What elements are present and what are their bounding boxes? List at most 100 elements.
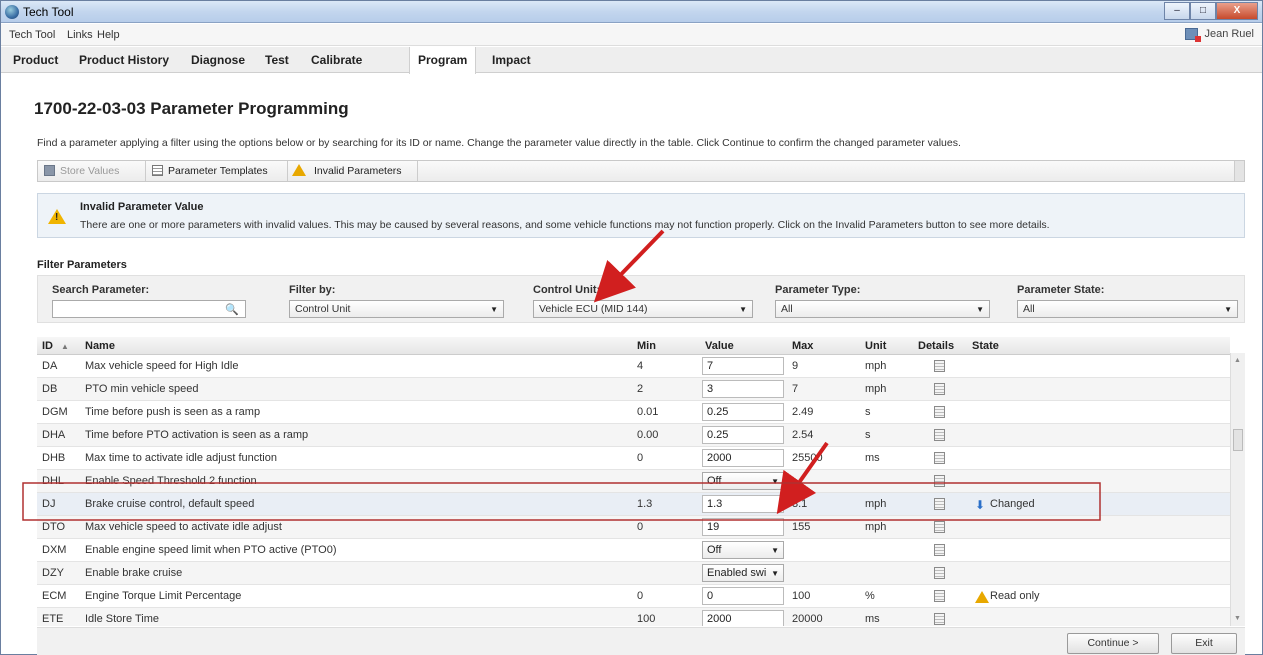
value-input[interactable]: 19 — [702, 518, 784, 536]
cell-unit: mph — [865, 383, 887, 395]
cell-name: Max vehicle speed to activate idle adjus… — [85, 521, 282, 533]
user-info[interactable]: Jean Ruel — [1185, 28, 1254, 42]
header-max[interactable]: Max — [792, 340, 813, 352]
continue-button[interactable]: Continue > — [1067, 633, 1159, 654]
value-input[interactable]: 7 — [702, 357, 784, 375]
details-icon[interactable] — [934, 498, 945, 510]
header-unit[interactable]: Unit — [865, 340, 886, 352]
cell-max: 100 — [792, 590, 811, 602]
cell-unit: ms — [865, 452, 880, 464]
table-row[interactable]: DHB Max time to activate idle adjust func… — [37, 447, 1230, 470]
table-row[interactable]: DXM Enable engine speed limit when PTO ac… — [37, 539, 1230, 562]
header-details[interactable]: Details — [918, 340, 954, 352]
cell-state: Read only — [990, 590, 1040, 602]
value-input[interactable]: 0.25 — [702, 426, 784, 444]
details-icon[interactable] — [934, 567, 945, 579]
value-input[interactable]: 1.3 — [702, 495, 784, 513]
search-icon[interactable]: 🔍 — [225, 303, 239, 316]
app-logo-icon — [5, 5, 19, 19]
header-min[interactable]: Min — [637, 340, 656, 352]
table-row[interactable]: DHA Time before PTO activation is seen as… — [37, 424, 1230, 447]
details-icon[interactable] — [934, 383, 945, 395]
details-icon[interactable] — [934, 360, 945, 372]
cell-id: DHA — [42, 429, 66, 441]
table-row[interactable]: ECM Engine Torque Limit Percentage 0 0 100% R… — [37, 585, 1230, 608]
table-row[interactable]: DB PTO min vehicle speed 2 3 7 mph — [37, 378, 1230, 401]
cell-name: Time before PTO activation is seen as a … — [85, 429, 309, 441]
scroll-thumb[interactable] — [1233, 429, 1243, 451]
cell-id: DB — [42, 383, 58, 395]
details-icon[interactable] — [934, 452, 945, 464]
table-row[interactable]: DGM Time before push is seen as a ramp 0.0… — [37, 401, 1230, 424]
parameter-type-select[interactable]: All ▼ — [775, 300, 990, 318]
exit-button[interactable]: Exit — [1171, 633, 1237, 654]
value-select-text: Off — [707, 475, 722, 487]
menu-help[interactable]: Help — [97, 29, 120, 41]
value-select[interactable]: Off ▼ — [702, 472, 784, 490]
window-title: Tech Tool — [23, 5, 74, 19]
value-input[interactable]: 0 — [702, 587, 784, 605]
details-icon[interactable] — [934, 406, 945, 418]
menu-tech-tool[interactable]: Tech Tool — [9, 29, 55, 41]
header-value[interactable]: Value — [705, 340, 734, 352]
menu-links[interactable]: Links — [67, 29, 93, 41]
chevron-down-icon: ▼ — [771, 546, 779, 555]
table-row[interactable]: DHL Enable Speed Threshold 2 function Off ▼ — [37, 470, 1230, 493]
search-input[interactable]: 🔍 — [52, 300, 246, 318]
table-row[interactable]: ETE Idle Store Time 100 2000 20000 ms — [37, 608, 1230, 626]
tab-product[interactable]: Product — [5, 47, 66, 73]
tab-impact[interactable]: Impact — [484, 47, 539, 73]
user-icon — [1185, 28, 1202, 42]
scroll-up-icon[interactable]: ▲ — [1234, 357, 1241, 364]
table-row[interactable]: DZY Enable brake cruise Enabled swi ▼ — [37, 562, 1230, 585]
value-select-text: Enabled swi — [707, 567, 767, 579]
table-row[interactable]: DA Max vehicle speed for High Idle 4 7 9 mph — [37, 355, 1230, 378]
cell-id: DXM — [42, 544, 67, 556]
cell-unit: s — [865, 429, 871, 441]
chevron-down-icon: ▼ — [1224, 305, 1232, 314]
details-icon[interactable] — [934, 613, 945, 625]
filter-by-value: Control Unit — [295, 303, 351, 315]
table-body: DA Max vehicle speed for High Idle 4 7 9 mph D… — [37, 355, 1230, 626]
details-icon[interactable] — [934, 544, 945, 556]
store-values-button[interactable]: Store Values — [38, 161, 146, 181]
value-select[interactable]: Enabled swi ▼ — [702, 564, 784, 582]
cell-unit: mph — [865, 360, 887, 372]
maximize-button[interactable]: □ — [1190, 2, 1216, 20]
tab-calibrate[interactable]: Calibrate — [303, 47, 370, 73]
parameter-templates-button[interactable]: Parameter Templates — [146, 161, 288, 181]
scroll-down-icon[interactable]: ▼ — [1234, 615, 1241, 622]
details-icon[interactable] — [934, 475, 945, 487]
table-row[interactable]: DJ Brake cruise control, default speed 1.3… — [37, 493, 1230, 516]
details-icon[interactable] — [934, 521, 945, 533]
value-input[interactable]: 0.25 — [702, 403, 784, 421]
parameters-table: ID ▲ Name Min Value Max Unit Details Stat… — [37, 337, 1230, 626]
cell-min: 1.3 — [637, 498, 653, 510]
toolbar-overflow — [1234, 161, 1244, 181]
tab-diagnose[interactable]: Diagnose — [183, 47, 253, 73]
parameter-state-select[interactable]: All ▼ — [1017, 300, 1238, 318]
value-select-text: Off — [707, 544, 722, 556]
close-button[interactable]: X — [1216, 2, 1258, 20]
value-input[interactable]: 2000 — [702, 610, 784, 626]
header-state[interactable]: State — [972, 340, 999, 352]
header-name[interactable]: Name — [85, 340, 115, 352]
tab-test[interactable]: Test — [257, 47, 297, 73]
table-scrollbar[interactable]: ▲ ▼ — [1230, 353, 1245, 626]
control-unit-select[interactable]: Vehicle ECU (MID 144) ▼ — [533, 300, 753, 318]
filter-by-select[interactable]: Control Unit ▼ — [289, 300, 504, 318]
tab-program[interactable]: Program — [409, 47, 477, 74]
table-row[interactable]: DTO Max vehicle speed to activate idle ad… — [37, 516, 1230, 539]
cell-name: Enable engine speed limit when PTO activ… — [85, 544, 337, 556]
value-input[interactable]: 3 — [702, 380, 784, 398]
cell-max: 25500 — [792, 452, 823, 464]
details-icon[interactable] — [934, 429, 945, 441]
tab-product-history[interactable]: Product History — [71, 47, 177, 73]
invalid-parameters-button[interactable]: Invalid Parameters — [288, 161, 418, 181]
cell-unit: s — [865, 406, 871, 418]
details-icon[interactable] — [934, 590, 945, 602]
value-input[interactable]: 2000 — [702, 449, 784, 467]
value-select[interactable]: Off ▼ — [702, 541, 784, 559]
minimize-button[interactable]: – — [1164, 2, 1190, 20]
header-id[interactable]: ID ▲ — [42, 340, 69, 352]
